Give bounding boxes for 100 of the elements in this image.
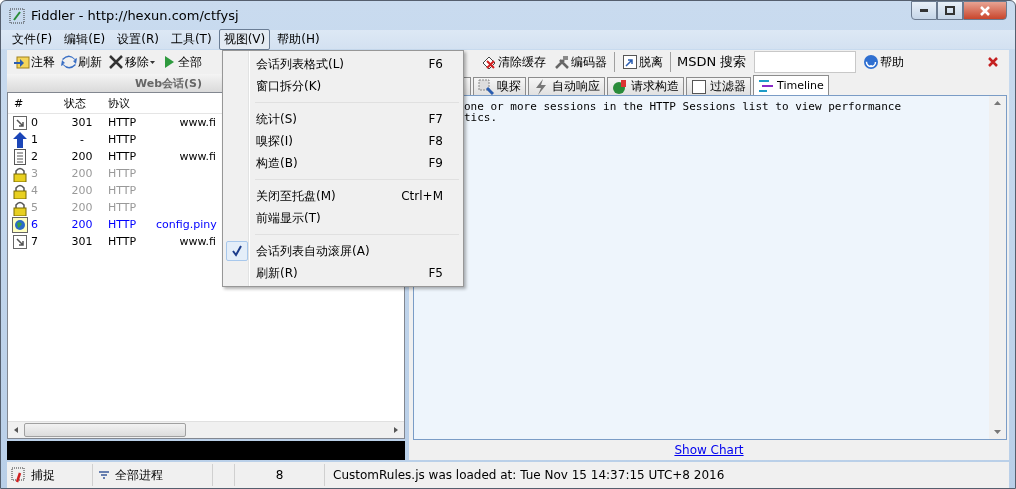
table-cell-text: 301: [70, 116, 94, 129]
info-text: tics.: [464, 112, 498, 123]
magnifier-icon: [478, 78, 494, 95]
toolbar-button[interactable]: 移除: [107, 52, 156, 72]
table-cell-text: HTTP: [107, 150, 138, 163]
refresh-icon: [61, 54, 77, 70]
close-icon: [987, 56, 999, 68]
paint-icon: [612, 78, 628, 95]
menu-item[interactable]: 工具(T): [165, 29, 217, 50]
checkbox-icon: [691, 78, 707, 95]
scrollbar-thumb[interactable]: [24, 423, 186, 437]
lock-icon: [12, 182, 28, 199]
tab[interactable]: Timeline: [753, 75, 829, 95]
maximize-button[interactable]: [937, 1, 963, 20]
menu-item[interactable]: 文件(F): [7, 29, 58, 50]
table-cell-text: 0: [30, 116, 39, 129]
menu-item[interactable]: 会话列表自动滚屏(A): [225, 240, 461, 262]
column-header[interactable]: #: [8, 96, 58, 110]
left-arrow-icon: [12, 426, 20, 434]
tab[interactable]: 嗅探: [473, 77, 526, 95]
status-message: CustomRules.js was loaded at: Tue Nov 15 14:37:15 UTC+8 2016: [333, 468, 725, 482]
table-cell-text: HTTP: [107, 116, 138, 129]
up-arrow-icon: [12, 131, 28, 148]
menu-item[interactable]: 嗅探(I) F8: [225, 130, 461, 152]
table-cell-text: 5: [30, 201, 39, 214]
table-cell-text: 200: [70, 218, 94, 231]
toolbar-button[interactable]: 刷新: [60, 52, 103, 72]
menu-item[interactable]: 会话列表格式(L) F6: [225, 53, 461, 75]
table-cell-text: 200: [70, 150, 94, 163]
toolbar-button[interactable]: 注释: [13, 52, 56, 72]
menu-item[interactable]: 帮助(H): [272, 29, 325, 50]
lightning-icon: [533, 78, 549, 95]
search-label: MSDN 搜索: [677, 53, 747, 71]
minimize-icon: [920, 9, 928, 12]
table-cell-text: 301: [70, 235, 94, 248]
minimize-button[interactable]: [911, 1, 937, 20]
toolbar-button[interactable]: 全部: [160, 52, 203, 72]
column-header[interactable]: 状态: [58, 95, 106, 111]
check-icon: [231, 245, 243, 257]
filter-icon: [97, 469, 111, 481]
table-cell-text: 200: [70, 201, 94, 214]
close-icon: [979, 5, 991, 16]
table-cell-text: HTTP: [107, 184, 138, 197]
info-text: one or more sessions in the HTTP Sessions list to view performance: [464, 101, 902, 112]
capture-status[interactable]: 捕捉: [31, 466, 55, 484]
maximize-icon: [945, 5, 955, 16]
command-field[interactable]: [7, 441, 405, 460]
menu-item[interactable]: 关闭至托盘(M) Ctrl+M: [225, 185, 461, 207]
timeline-icon: [758, 77, 774, 94]
table-cell-text: 4: [30, 184, 39, 197]
lock-icon: [12, 165, 28, 182]
table-cell-text: 3: [30, 167, 39, 180]
close-button[interactable]: [963, 1, 1007, 20]
table-cell-text: 6: [30, 218, 39, 231]
table-cell-text: HTTP: [107, 167, 138, 180]
redirect-icon: [12, 233, 28, 250]
table-cell-text: www.fi: [178, 150, 216, 163]
menu-item[interactable]: 视图(V): [218, 29, 271, 50]
tab[interactable]: 请求构造: [607, 77, 684, 95]
show-chart-link[interactable]: Show Chart: [674, 443, 744, 457]
table-cell-text: HTTP: [107, 218, 138, 231]
x-icon: [108, 54, 124, 70]
capture-icon: [11, 467, 27, 483]
toolbar-button[interactable]: 帮助: [862, 52, 906, 72]
menu-item[interactable]: 设置(R): [112, 29, 164, 50]
tools-icon: [554, 54, 570, 70]
table-cell-text: -: [79, 133, 85, 146]
table-cell: config.piny: [156, 218, 216, 231]
menu-item[interactable]: 刷新(R) F5: [225, 262, 461, 284]
table-cell-text: 200: [70, 184, 94, 197]
menu-item[interactable]: 统计(S) F7: [225, 108, 461, 130]
app-icon: [9, 7, 25, 24]
table-cell-text: HTTP: [107, 201, 138, 214]
table-cell-text: HTTP: [107, 133, 138, 146]
lock-icon: [12, 199, 28, 216]
globe-icon: [12, 216, 28, 233]
note-icon: [14, 54, 30, 70]
table-cell-text: HTTP: [107, 235, 138, 248]
menu-item[interactable]: 编辑(E): [59, 29, 111, 50]
menu-item[interactable]: 构造(B) F9: [225, 152, 461, 174]
toolbar-button[interactable]: 编码器: [553, 52, 608, 72]
menu-item[interactable]: 前端显示(T): [225, 207, 461, 229]
column-header[interactable]: 协议: [106, 95, 156, 111]
toolbar-button[interactable]: 脱离: [621, 52, 664, 72]
eraser-icon: [481, 54, 497, 70]
toolbar-button[interactable]: 清除缓存: [480, 52, 547, 72]
table-cell-text: www.fi: [178, 116, 216, 129]
table-cell-text: 2: [30, 150, 39, 163]
table-cell-text: 7: [30, 235, 39, 248]
session-count: 8: [275, 468, 284, 482]
process-filter[interactable]: 全部进程: [115, 466, 163, 484]
table-cell-text: www.fi: [178, 235, 216, 248]
window-title: Fiddler - http://hexun.com/ctfysj: [31, 8, 239, 23]
right-arrow-icon: [392, 426, 400, 434]
table-cell-text: 200: [70, 167, 94, 180]
tab[interactable]: 过滤器: [686, 77, 751, 95]
tab[interactable]: 自动响应: [528, 77, 605, 95]
redirect-icon: [12, 114, 28, 131]
document-icon: [12, 148, 28, 165]
search-field[interactable]: [754, 51, 857, 73]
